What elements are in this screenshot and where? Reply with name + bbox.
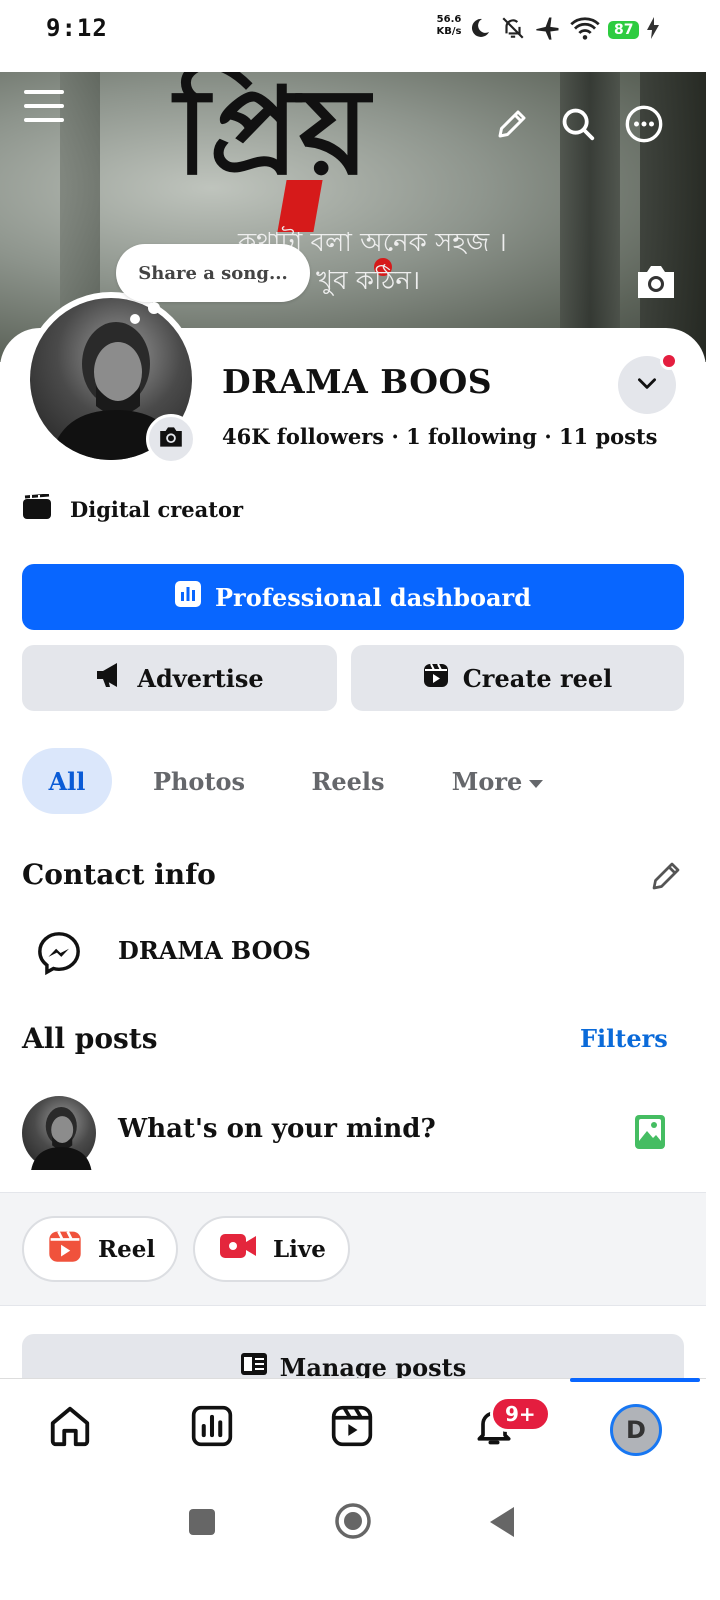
reel-label: Reel (98, 1235, 156, 1263)
dashboard-icon (190, 1404, 234, 1452)
network-speed-unit: KB/s (436, 26, 462, 37)
moon-icon (468, 16, 492, 44)
network-speed: 56.6 KB/s (432, 14, 466, 38)
nav-home[interactable] (40, 1398, 100, 1458)
edit-profile-button[interactable] (490, 104, 534, 148)
professional-dashboard-button[interactable]: Professional dashboard (22, 564, 684, 630)
charging-icon (647, 17, 660, 43)
pencil-icon (494, 106, 530, 146)
change-avatar-button[interactable] (146, 414, 196, 464)
tab-all[interactable]: All (22, 748, 112, 814)
wifi-icon (570, 15, 600, 45)
stats-separator: · (391, 424, 399, 449)
caret-down-icon (528, 767, 544, 796)
bubble-tail (130, 314, 140, 324)
live-button[interactable]: Live (193, 1216, 350, 1282)
share-song-bubble[interactable]: Share a song... (116, 244, 310, 302)
bell-off-icon (500, 15, 526, 45)
composer-avatar[interactable] (22, 1096, 96, 1170)
category-label: Digital creator (70, 497, 244, 522)
search-button[interactable] (556, 104, 600, 148)
circle-icon (334, 1503, 372, 1544)
home-system-button[interactable] (334, 1502, 372, 1544)
advertise-label: Advertise (137, 663, 264, 693)
profile-category: Digital creator (22, 493, 244, 525)
cover-text-line2: খুব কঠিন। (316, 266, 421, 296)
edit-contact-button[interactable] (644, 856, 688, 900)
more-options-button[interactable] (622, 104, 666, 148)
more-horizontal-icon (624, 104, 664, 148)
messenger-icon (36, 930, 82, 980)
followers-count[interactable]: 46K followers (222, 424, 384, 449)
reel-button[interactable]: Reel (22, 1216, 178, 1282)
recents-button[interactable] (188, 1508, 216, 1540)
photo-icon (634, 1115, 666, 1154)
pencil-icon (648, 858, 684, 898)
contact-info-title: Contact info (22, 858, 216, 891)
bar-chart-icon (175, 581, 201, 613)
tab-label: Photos (152, 766, 246, 796)
profile-name: DRAMA BOOS (222, 362, 493, 401)
megaphone-icon (95, 662, 123, 694)
filters-link[interactable]: Filters (580, 1024, 668, 1053)
bubble-tail (148, 302, 160, 314)
back-button[interactable] (488, 1506, 516, 1542)
create-reel-label: Create reel (462, 663, 613, 693)
tab-photos[interactable]: Photos (134, 748, 264, 814)
tab-label: Reels (311, 766, 385, 796)
tab-label: All (48, 766, 86, 796)
advertise-button[interactable]: Advertise (22, 645, 337, 711)
nav-video[interactable] (322, 1398, 382, 1458)
square-icon (188, 1509, 216, 1540)
hamburger-icon (24, 88, 64, 128)
clapperboard-icon (22, 493, 52, 525)
professional-dashboard-label: Professional dashboard (215, 582, 531, 612)
avatar-figure (31, 1106, 92, 1170)
nav-dashboard[interactable] (182, 1398, 242, 1458)
chevron-down-icon (634, 370, 660, 400)
cover-calligraphy: প্রিয় (175, 72, 370, 202)
search-icon (559, 105, 597, 147)
composer-input[interactable]: What's on your mind? (118, 1114, 436, 1144)
edit-cover-button[interactable] (634, 262, 678, 306)
home-icon (47, 1403, 93, 1453)
nav-active-indicator (570, 1378, 700, 1382)
nav-profile[interactable]: D (610, 1404, 662, 1456)
back-triangle-icon (488, 1507, 516, 1542)
network-speed-value: 56.6 (436, 14, 462, 25)
tab-more[interactable]: More (436, 748, 560, 814)
tab-label: More (451, 766, 523, 796)
menu-button[interactable] (22, 86, 66, 130)
camera-icon (634, 262, 678, 306)
reel-icon (423, 662, 449, 694)
all-posts-title: All posts (22, 1022, 158, 1055)
create-reel-button[interactable]: Create reel (351, 645, 684, 711)
airplane-icon (534, 14, 562, 46)
status-time: 9:12 (46, 14, 108, 42)
stats-separator: · (544, 424, 552, 449)
reel-icon (48, 1229, 82, 1269)
camera-icon (157, 425, 185, 453)
live-label: Live (273, 1235, 326, 1263)
video-icon (330, 1404, 374, 1452)
status-icons: 87 (468, 14, 660, 46)
profile-stats: 46K followers · 1 following · 11 posts (222, 424, 658, 449)
tab-reels[interactable]: Reels (290, 748, 406, 814)
messenger-contact[interactable]: DRAMA BOOS (118, 936, 311, 965)
notification-dot (660, 352, 678, 370)
posts-count: 11 posts (558, 424, 658, 449)
add-photo-button[interactable] (634, 1114, 666, 1154)
notifications-badge: 9+ (490, 1396, 551, 1432)
profile-initial: D (626, 1416, 646, 1444)
following-count[interactable]: 1 following (406, 424, 537, 449)
video-camera-icon (219, 1232, 257, 1266)
battery-indicator: 87 (608, 21, 640, 39)
